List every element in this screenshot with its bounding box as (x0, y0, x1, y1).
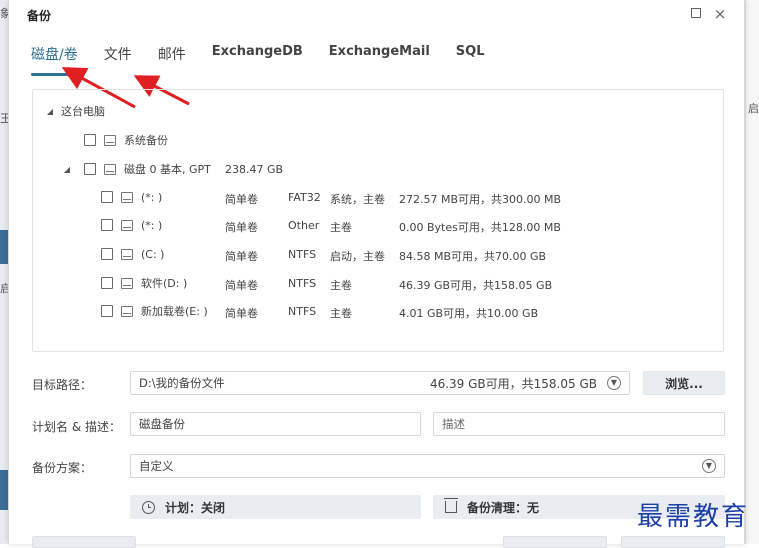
drive-icon (121, 191, 133, 203)
scheme-value: 自定义 (139, 459, 174, 473)
target-space-text: 46.39 GB可用，共158.05 GB (429, 376, 597, 391)
tree-label: 这台电脑 (61, 105, 105, 118)
tree-label: 磁盘 0 基本, GPT (124, 163, 211, 176)
partition-flags: 主卷 (330, 307, 352, 320)
scheme-label: 备份方案： (32, 461, 93, 475)
checkbox[interactable] (101, 191, 113, 203)
partition-type: 简单卷 (225, 279, 258, 292)
tree-row-partition[interactable]: 新加载卷(E: ) (101, 301, 208, 321)
partition-flags: 系统，主卷 (330, 193, 385, 206)
disk-tree-panel: ◢ 这台电脑 系统备份 ◢ 磁盘 0 基本, GPT 238.47 GB (*:… (32, 89, 724, 352)
partition-name: 新加载卷(E: ) (141, 305, 208, 318)
drive-icon (121, 248, 133, 260)
checkbox[interactable] (84, 134, 96, 146)
schedule-label: 计划：关闭 (165, 500, 226, 515)
partition-fs: FAT32 (288, 191, 321, 204)
chevron-down-icon[interactable]: ▼ (702, 459, 716, 473)
partition-type: 简单卷 (225, 193, 258, 206)
checkbox[interactable] (101, 277, 113, 289)
tree-row-this-pc[interactable]: ◢ 这台电脑 (45, 101, 105, 121)
target-path-label: 目标路径： (32, 378, 93, 392)
partition-name: (*: ) (141, 218, 163, 232)
plan-name-value: 磁盘备份 (139, 417, 185, 431)
description-input[interactable]: 描述 (433, 412, 725, 436)
drive-icon (104, 134, 116, 146)
partition-fs: Other (288, 219, 320, 232)
partition-type: 简单卷 (225, 250, 258, 263)
partition-flags: 主卷 (330, 221, 352, 234)
checkbox[interactable] (101, 219, 113, 231)
cancel-button[interactable] (621, 536, 725, 548)
partition-type: 简单卷 (225, 221, 258, 234)
browse-button[interactable]: 浏览... (643, 371, 725, 395)
tree-label: 系统备份 (124, 134, 168, 147)
description-placeholder: 描述 (442, 417, 465, 431)
tree-row-partition[interactable]: (*: ) (101, 215, 162, 235)
cleanup-label: 备份清理：无 (467, 500, 540, 515)
clock-icon (142, 500, 155, 514)
partition-fs: NTFS (288, 305, 317, 318)
partition-fs: NTFS (288, 277, 317, 290)
drive-icon (121, 277, 133, 289)
partition-name: (C: ) (141, 247, 165, 261)
partition-space: 0.00 Bytes可用，共128.00 MB (399, 221, 561, 234)
tree-row-partition[interactable]: (*: ) (101, 187, 162, 207)
checkbox[interactable] (84, 163, 96, 175)
partition-name: (*: ) (141, 190, 163, 204)
start-backup-button[interactable] (503, 536, 607, 548)
scheme-select[interactable]: 自定义 ▼ (130, 454, 725, 478)
drive-icon (104, 163, 116, 175)
partition-fs: NTFS (288, 248, 317, 261)
partition-name: 软件(D: ) (141, 277, 188, 290)
partition-space: 46.39 GB可用，共158.05 GB (399, 279, 553, 292)
disk-size: 238.47 GB (225, 163, 284, 176)
plan-name-label: 计划名 & 描述： (32, 420, 121, 434)
tree-row-disk0[interactable]: ◢ 磁盘 0 基本, GPT (62, 159, 211, 179)
partition-flags: 启动，主卷 (330, 250, 385, 263)
tree-row-partition[interactable]: 软件(D: ) (101, 273, 187, 293)
options-button[interactable] (32, 536, 136, 548)
plan-name-input[interactable]: 磁盘备份 (130, 412, 421, 436)
partition-type: 简单卷 (225, 307, 258, 320)
backup-dialog: 备份 × 磁盘/卷 文件 邮件 ExchangeDB ExchangeMail … (8, 0, 745, 548)
partition-space: 4.01 GB可用，共10.00 GB (399, 307, 539, 320)
drive-icon (121, 219, 133, 231)
watermark-text: 最需教育 (637, 502, 750, 532)
background-right-strip: 启 (745, 0, 759, 544)
partition-space: 84.58 MB可用，共70.00 GB (399, 250, 547, 263)
drive-icon (121, 305, 133, 317)
tree-row-system-backup[interactable]: 系统备份 (84, 130, 168, 150)
background-text: 启 (748, 102, 759, 115)
tree-row-partition[interactable]: (C: ) (101, 244, 164, 264)
chevron-down-icon[interactable]: ▼ (607, 376, 621, 390)
checkbox[interactable] (101, 305, 113, 317)
checkbox[interactable] (101, 248, 113, 260)
target-path-field[interactable]: D:\我的备份文件 46.39 GB可用，共158.05 GB ▼ (130, 371, 630, 395)
schedule-option[interactable]: 计划：关闭 (130, 495, 421, 519)
cleanup-icon (444, 498, 458, 513)
partition-space: 272.57 MB可用，共300.00 MB (399, 193, 562, 206)
partition-flags: 主卷 (330, 279, 352, 292)
target-path-value: D:\我的备份文件 (139, 376, 225, 390)
expand-toggle-icon[interactable]: ◢ (62, 165, 72, 174)
expand-toggle-icon[interactable]: ◢ (45, 107, 55, 116)
